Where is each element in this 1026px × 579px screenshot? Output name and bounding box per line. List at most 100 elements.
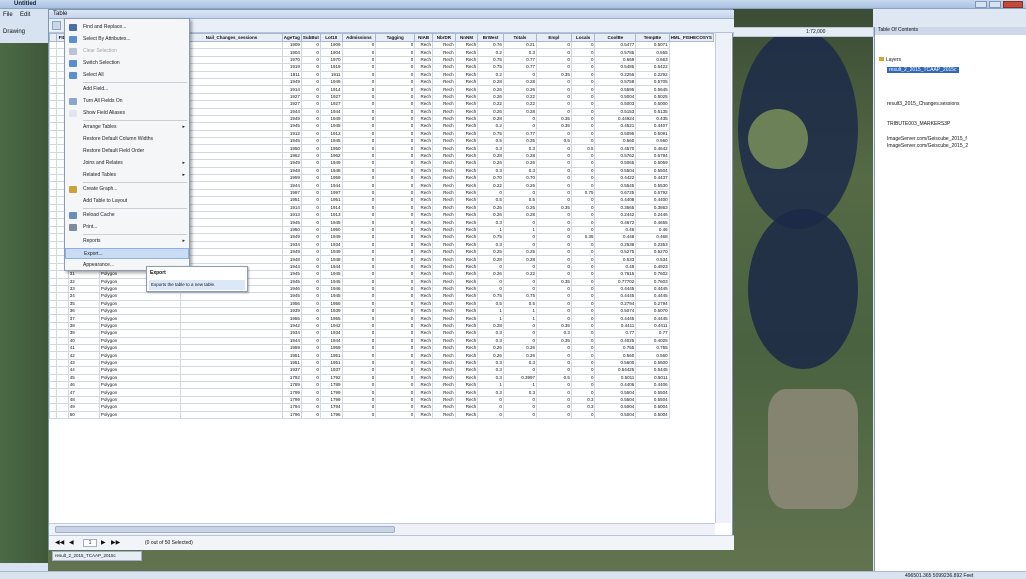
- table-cell[interactable]: [55, 307, 69, 316]
- table-cell[interactable]: [180, 210, 283, 220]
- table-cell[interactable]: 0: [375, 255, 416, 264]
- table-cell[interactable]: 0: [502, 329, 538, 338]
- table-cell[interactable]: 0.28: [477, 321, 504, 331]
- table-cell[interactable]: 0.3: [477, 240, 504, 249]
- table-cell[interactable]: 0: [341, 85, 377, 94]
- table-cell[interactable]: [180, 233, 283, 242]
- table-cell[interactable]: 0.6725: [594, 188, 637, 198]
- table-cell[interactable]: 0: [536, 410, 572, 419]
- table-cell[interactable]: Rech: [431, 255, 456, 264]
- table-cell[interactable]: Polygon: [98, 410, 182, 419]
- table-cell[interactable]: 0: [341, 343, 377, 353]
- table-cell[interactable]: 50: [67, 410, 100, 419]
- table-cell[interactable]: 36: [67, 307, 100, 316]
- table-cell[interactable]: Rech: [414, 151, 433, 161]
- table-cell[interactable]: Rech: [431, 63, 456, 72]
- table-cell[interactable]: Rech: [414, 100, 433, 109]
- table-cell[interactable]: 0: [375, 114, 416, 124]
- table-cell[interactable]: 0: [341, 314, 377, 323]
- table-cell[interactable]: Rech: [414, 343, 433, 353]
- table-cell[interactable]: 0.5: [477, 137, 504, 146]
- table-cell[interactable]: 1937: [319, 366, 343, 375]
- menu-file[interactable]: File: [3, 12, 13, 18]
- table-cell[interactable]: [55, 299, 69, 309]
- table-cell[interactable]: 0: [477, 277, 504, 286]
- table-cell[interactable]: Rech: [454, 299, 479, 309]
- table-cell[interactable]: 0: [375, 107, 416, 116]
- table-cell[interactable]: Rech: [454, 181, 479, 190]
- table-cell[interactable]: 0.663: [635, 55, 670, 65]
- table-cell[interactable]: 1951: [319, 351, 343, 360]
- table-cell[interactable]: [180, 255, 283, 264]
- table-cell[interactable]: 0.35: [536, 122, 572, 131]
- table-cell[interactable]: Rech: [414, 70, 433, 79]
- table-row[interactable]: 46 Polygon 1789 0 1789 0 0 Rech Rech Rech 1 1 0 0 0.44…: [49, 380, 714, 390]
- table-cell[interactable]: 0: [300, 366, 321, 375]
- menu-item[interactable]: Related Tables ▸: [65, 170, 189, 181]
- table-cell[interactable]: [180, 247, 283, 257]
- table-cell[interactable]: [49, 107, 57, 116]
- table-cell[interactable]: 0: [300, 107, 321, 116]
- table-cell[interactable]: 0: [300, 40, 321, 50]
- table-cell[interactable]: 0: [375, 343, 416, 353]
- table-cell[interactable]: Rech: [431, 40, 456, 50]
- table-cell[interactable]: 0: [536, 388, 572, 397]
- table-cell[interactable]: 0: [341, 137, 377, 146]
- table-cell[interactable]: 0: [570, 159, 596, 168]
- table-cell[interactable]: 0: [570, 292, 596, 301]
- table-cell[interactable]: 0.76: [477, 40, 504, 50]
- table-cell[interactable]: 0.4445: [594, 284, 637, 294]
- table-cell[interactable]: [49, 218, 57, 227]
- table-cell[interactable]: 0: [341, 284, 377, 294]
- table-cell[interactable]: [55, 388, 69, 397]
- table-cell[interactable]: [180, 100, 283, 109]
- table-cell[interactable]: [55, 373, 69, 382]
- record-number-field[interactable]: 1: [83, 539, 97, 547]
- table-cell[interactable]: 0: [570, 151, 596, 161]
- table-cell[interactable]: 0.3: [477, 366, 504, 375]
- table-cell[interactable]: Rech: [431, 48, 456, 57]
- table-cell[interactable]: Rech: [414, 210, 433, 220]
- table-cell[interactable]: 0.35: [536, 114, 572, 124]
- table-cell[interactable]: 0: [570, 40, 596, 50]
- table-cell[interactable]: Polygon: [98, 329, 182, 338]
- table-cell[interactable]: 0: [536, 292, 572, 301]
- table-cell[interactable]: 0: [300, 343, 321, 353]
- table-cell[interactable]: Rech: [431, 299, 456, 309]
- table-cell[interactable]: 0: [300, 233, 321, 242]
- table-cell[interactable]: 0.5070: [635, 307, 670, 316]
- table-cell[interactable]: 0.35: [570, 233, 596, 242]
- table-cell[interactable]: 1934: [281, 329, 302, 338]
- table-cell[interactable]: Rech: [414, 144, 433, 153]
- table-row[interactable]: 42 Polygon 1951 0 1951 0 0 Rech Rech Rech 0.26 0.26…: [49, 351, 714, 360]
- table-cell[interactable]: Rech: [454, 373, 479, 382]
- table-cell[interactable]: 0: [536, 225, 572, 235]
- table-row[interactable]: 39 Polygon 1934 0 1934 0 0 Rech Rech Rech 0.3 0 0.3 0…: [49, 329, 714, 338]
- table-cell[interactable]: 0.26: [502, 351, 538, 360]
- table-cell[interactable]: Rech: [431, 107, 456, 116]
- table-cell[interactable]: Rech: [414, 240, 433, 249]
- table-cell[interactable]: [49, 63, 57, 72]
- table-cell[interactable]: 0.26: [477, 85, 504, 94]
- table-cell[interactable]: 0.4642: [635, 144, 670, 153]
- table-cell[interactable]: 0.26: [477, 107, 504, 116]
- table-cell[interactable]: 0: [341, 55, 377, 65]
- table-cell[interactable]: 0.5705: [635, 77, 670, 87]
- table-cell[interactable]: 1949: [281, 159, 302, 168]
- table-cell[interactable]: Rech: [431, 196, 456, 205]
- table-row[interactable]: 41 Polygon 1959 0 1959 0 0 Rech Rech Rech 0.26 0.26…: [49, 343, 714, 353]
- table-cell[interactable]: [49, 129, 57, 139]
- table-cell[interactable]: [49, 181, 57, 190]
- table-cell[interactable]: 1: [502, 314, 538, 323]
- menu-item[interactable]: Reload Cache: [65, 210, 189, 221]
- table-cell[interactable]: 0: [570, 270, 596, 279]
- table-options-button[interactable]: [52, 21, 61, 30]
- table-cell[interactable]: [180, 380, 283, 390]
- table-cell[interactable]: 0: [341, 395, 377, 405]
- table-cell[interactable]: [55, 366, 69, 375]
- table-cell[interactable]: 0.75: [477, 233, 504, 242]
- table-cell[interactable]: 1914: [281, 85, 302, 94]
- table-cell[interactable]: 0.3: [477, 388, 504, 397]
- table-cell[interactable]: 0.46: [594, 225, 637, 235]
- maximize-button[interactable]: [989, 1, 1001, 8]
